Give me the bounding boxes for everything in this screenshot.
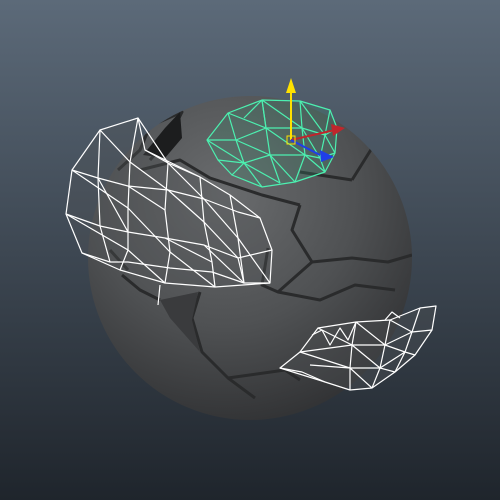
3d-viewport[interactable] [0, 0, 500, 500]
viewport-canvas[interactable] [0, 0, 500, 500]
